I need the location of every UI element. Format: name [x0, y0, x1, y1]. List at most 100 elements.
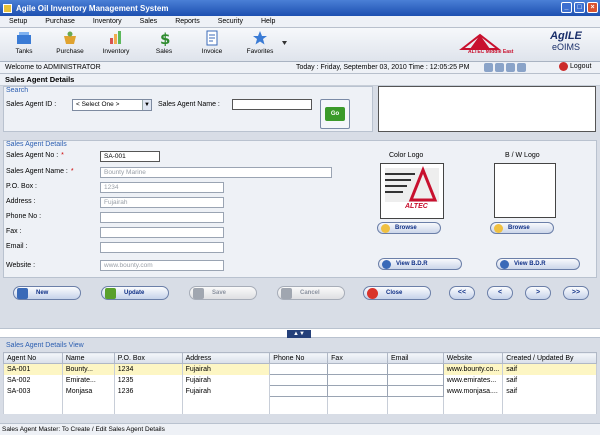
back-icon[interactable] [495, 63, 504, 72]
toolbar-tanks-button[interactable]: Tanks [2, 30, 46, 59]
column-header[interactable]: P.O. Box [113, 352, 183, 364]
table-cell: www.monjasa.... [442, 385, 504, 397]
menu-help[interactable]: Help [252, 18, 284, 25]
column-header[interactable]: Address [181, 352, 271, 364]
save-icon [193, 287, 204, 299]
next-record-button[interactable]: > [525, 286, 551, 300]
first-record-button[interactable]: << [449, 286, 475, 300]
splitter-grip-icon[interactable]: ▲▼ [287, 330, 311, 338]
table-row[interactable]: SA-003 Monjasa 1236 Fujairah www.monjasa… [3, 385, 597, 397]
table-cell: saif [502, 385, 597, 397]
agent-name-input[interactable]: Bounty Marine [100, 167, 332, 178]
table-cell: Bounty... [61, 363, 115, 375]
go-button[interactable]: Go [320, 99, 350, 129]
table-cell: Emirate... [61, 374, 115, 386]
previous-record-button[interactable]: < [487, 286, 513, 300]
address-input[interactable]: Fujairah [100, 197, 224, 208]
view-bdr-bw-button[interactable]: View B.D.R [496, 258, 580, 270]
splitter[interactable]: ▲▼ [0, 328, 600, 338]
column-header[interactable]: Fax [327, 352, 388, 364]
column-header[interactable]: Website [442, 352, 504, 364]
browse-color-logo-button[interactable]: Browse [377, 222, 441, 234]
menu-inventory[interactable]: Inventory [84, 18, 131, 25]
table-cell: Monjasa [61, 385, 115, 397]
last-record-button[interactable]: >> [563, 286, 589, 300]
favorites-icon [253, 31, 267, 45]
browse-bw-logo-button[interactable]: Browse [490, 222, 554, 234]
table-row[interactable]: SA-002 Emirate... 1235 Fujairah www.emir… [3, 374, 597, 386]
refresh-icon[interactable] [484, 63, 493, 72]
menu-setup[interactable]: Setup [0, 18, 36, 25]
welcome-bar: Welcome to ADMINISTRATOR Today : Friday,… [0, 62, 600, 74]
close-icon [367, 287, 378, 299]
table-header-row: Agent No Name P.O. Box Address Phone No … [3, 352, 597, 364]
menu-purchase[interactable]: Purchase [36, 18, 84, 25]
tanks-icon [17, 32, 31, 44]
column-header[interactable]: Name [61, 352, 115, 364]
website-input[interactable]: www.bounty.com [100, 260, 224, 271]
po-box-input[interactable]: 1234 [100, 182, 224, 193]
cancel-button[interactable]: Cancel [277, 286, 345, 300]
color-logo-label: Color Logo [389, 152, 424, 159]
window-title: Agile Oil Inventory Management System [16, 3, 169, 13]
page-title: Sales Agent Details [0, 74, 600, 86]
close-window-button[interactable]: × [587, 2, 598, 13]
table-cell: www.emirates... [442, 374, 504, 386]
minimize-button[interactable]: _ [561, 2, 572, 13]
bw-logo-image [494, 163, 556, 218]
power-icon [559, 62, 568, 71]
magnifier-icon [500, 259, 509, 269]
save-button[interactable]: Save [189, 286, 257, 300]
menu-bar: Setup Purchase Inventory Sales Reports S… [0, 16, 600, 28]
toolbar-inventory-button[interactable]: Inventory [94, 30, 138, 59]
toolbar-invoice-button[interactable]: Invoice [190, 30, 234, 59]
column-header[interactable]: Agent No [3, 352, 63, 364]
menu-reports[interactable]: Reports [166, 18, 209, 25]
table-cell [386, 363, 444, 375]
toolbar-favorites-button[interactable]: Favorites [238, 30, 282, 59]
table-cell [327, 374, 388, 386]
email-input[interactable] [100, 242, 224, 253]
agent-no-input[interactable]: SA-001 [100, 151, 160, 162]
fax-input[interactable] [100, 227, 224, 238]
table-row[interactable]: SA-001 Bounty... 1234 Fujairah www.bount… [3, 363, 597, 375]
svg-text:$: $ [160, 30, 170, 46]
maximize-button[interactable]: □ [574, 2, 585, 13]
table-cell [269, 385, 329, 397]
table-cell [269, 374, 329, 386]
search-panel [3, 86, 373, 132]
table-cell: saif [502, 363, 597, 375]
close-button[interactable]: Close [363, 286, 431, 300]
agent-name-search-input[interactable] [232, 99, 312, 110]
update-button[interactable]: Update [101, 286, 169, 300]
table-cell: SA-003 [3, 385, 63, 397]
new-button[interactable]: New [13, 286, 81, 300]
chevron-down-icon: ▼ [142, 100, 151, 110]
today-datetime: Today : Friday, September 03, 2010 Time … [296, 64, 470, 71]
details-section-label: Sales Agent Details [6, 141, 67, 148]
home-icon[interactable] [517, 63, 526, 72]
agent-no-label: Sales Agent No : * [6, 152, 64, 159]
po-box-label: P.O. Box : [6, 183, 37, 190]
agent-id-select[interactable]: < Select One > ▼ [72, 99, 152, 111]
menu-security[interactable]: Security [209, 18, 252, 25]
update-icon [105, 287, 116, 299]
toolbar-purchase-button[interactable]: Purchase [48, 30, 92, 59]
title-bar: Agile Oil Inventory Management System _ … [0, 0, 600, 16]
forward-icon[interactable] [506, 63, 515, 72]
column-header[interactable]: Email [386, 352, 444, 364]
menu-sales[interactable]: Sales [131, 18, 167, 25]
toolbar-sales-button[interactable]: $ Sales [142, 30, 186, 59]
column-header[interactable]: Phone No [269, 352, 329, 364]
agents-table: Agent No Name P.O. Box Address Phone No … [3, 352, 597, 414]
cancel-icon [281, 287, 292, 299]
invoice-icon [206, 30, 218, 46]
favorites-dropdown-icon[interactable] [282, 41, 287, 46]
agile-text: AgILE [550, 30, 582, 42]
color-logo-image: ALTEC [380, 163, 444, 219]
column-header[interactable]: Created / Updated By [502, 352, 597, 364]
table-cell [327, 385, 388, 397]
logout-link[interactable]: Logout [559, 62, 591, 71]
view-bdr-color-button[interactable]: View B.D.R [378, 258, 462, 270]
phone-input[interactable] [100, 212, 224, 223]
